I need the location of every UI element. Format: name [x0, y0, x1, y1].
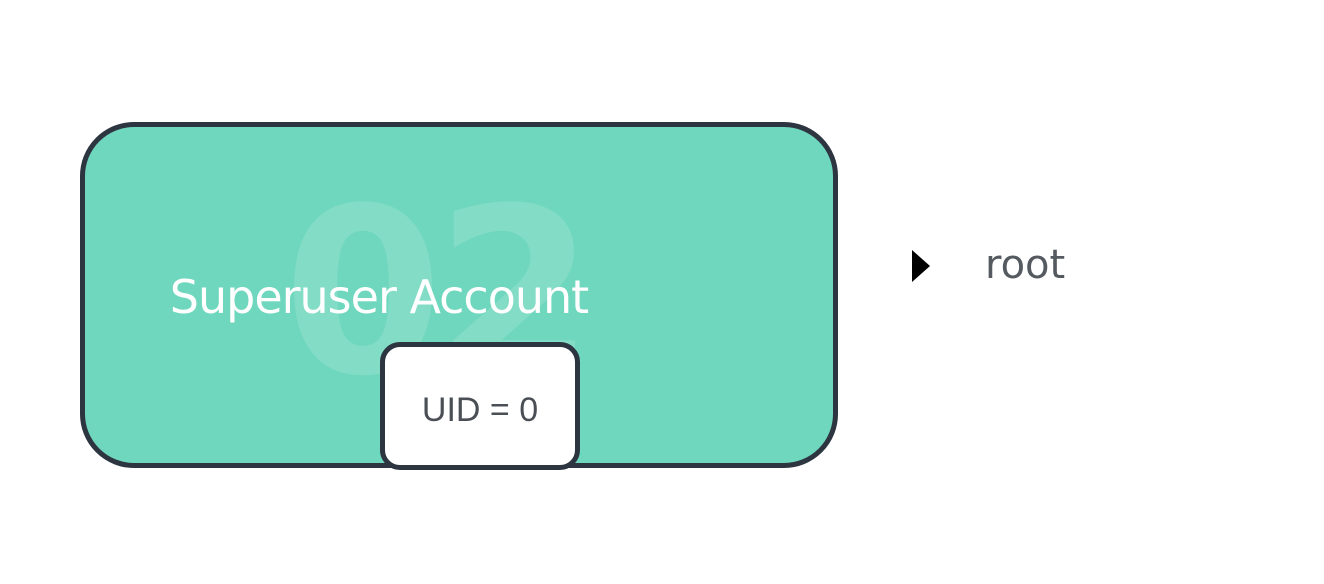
card-title: Superuser Account [169, 270, 589, 324]
triangle-right-icon [912, 250, 930, 282]
root-label: root [985, 242, 1066, 288]
uid-label: UID = 0 [421, 391, 539, 429]
slide: 02 Superuser Account UID = 0 root [0, 0, 1324, 584]
uid-box: UID = 0 [380, 342, 580, 470]
